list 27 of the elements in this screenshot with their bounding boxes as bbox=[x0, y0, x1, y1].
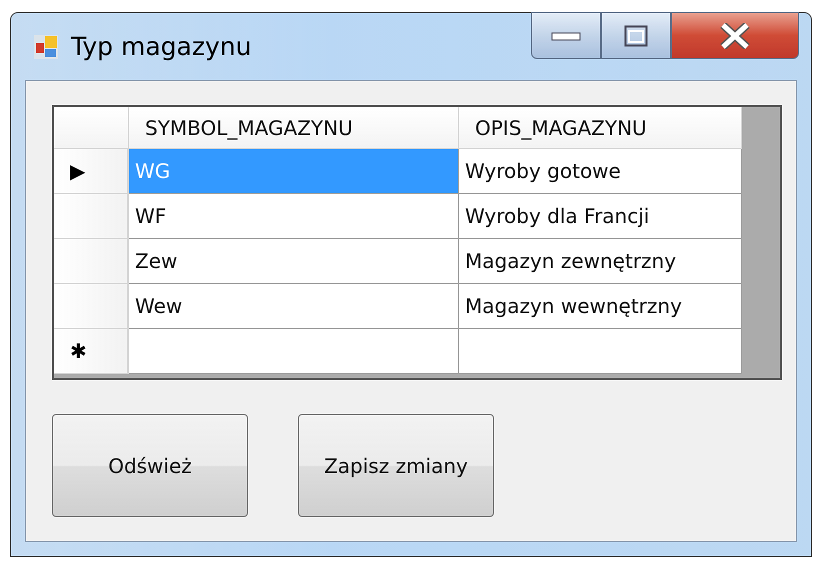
row-header[interactable] bbox=[54, 194, 129, 239]
row-header[interactable] bbox=[54, 284, 129, 329]
new-row-cell[interactable] bbox=[129, 329, 459, 374]
table-cell[interactable]: Magazyn wewnętrzny bbox=[459, 284, 742, 329]
table-cell[interactable]: Zew bbox=[129, 239, 459, 284]
new-row-cell[interactable] bbox=[459, 329, 742, 374]
table-cell[interactable]: Wew bbox=[129, 284, 459, 329]
table-cell[interactable]: Wyroby dla Francji bbox=[459, 194, 742, 239]
table-cell[interactable]: WF bbox=[129, 194, 459, 239]
row-header[interactable]: ✱ bbox=[54, 329, 129, 374]
window-title: Typ magazynu bbox=[71, 32, 252, 61]
app-icon bbox=[33, 34, 59, 60]
maximize-button[interactable] bbox=[601, 12, 671, 59]
maximize-icon bbox=[624, 24, 648, 46]
action-button[interactable]: Zapisz zmiany bbox=[298, 414, 494, 517]
column-header[interactable]: SYMBOL_MAGAZYNU bbox=[129, 107, 459, 149]
row-header[interactable]: ▶ bbox=[54, 149, 129, 194]
row-marker: ▶ bbox=[70, 159, 86, 183]
minimize-icon bbox=[551, 30, 581, 40]
table-cell[interactable]: Magazyn zewnętrzny bbox=[459, 239, 742, 284]
action-button[interactable]: Odśwież bbox=[52, 414, 248, 517]
table-cell[interactable]: Wyroby gotowe bbox=[459, 149, 742, 194]
column-header[interactable]: OPIS_MAGAZYNU bbox=[459, 107, 742, 149]
row-header[interactable] bbox=[54, 239, 129, 284]
row-marker: ✱ bbox=[70, 339, 87, 363]
minimize-button[interactable] bbox=[531, 12, 601, 59]
close-button[interactable] bbox=[671, 12, 799, 59]
